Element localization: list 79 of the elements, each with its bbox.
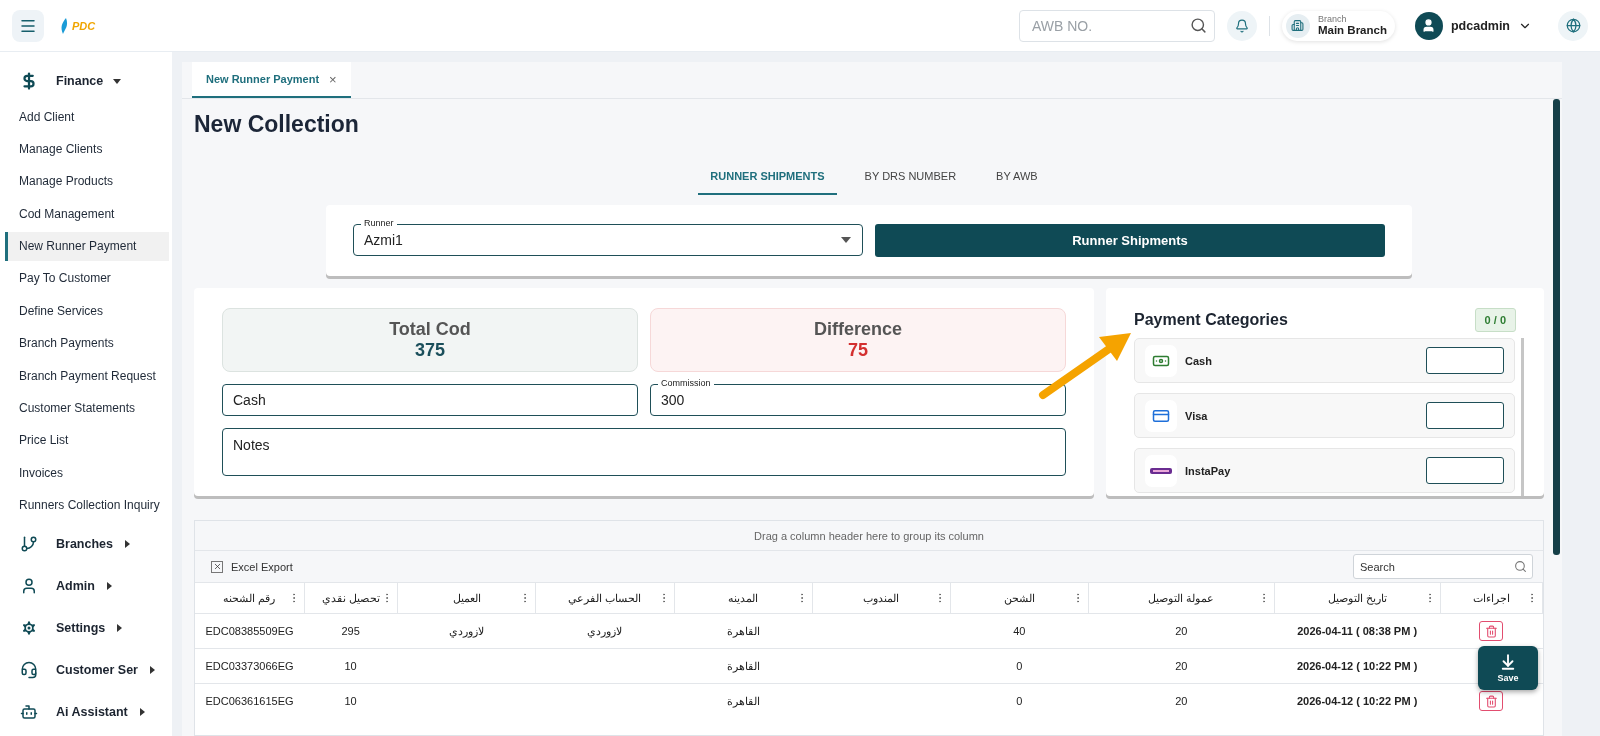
sidebar-item[interactable]: Customer Statements — [5, 393, 169, 423]
sidebar-group[interactable]: Ai Assistant — [0, 691, 172, 734]
sidebar-group[interactable]: Admin — [0, 565, 172, 608]
excel-export-button[interactable]: Excel Export — [211, 560, 293, 573]
table-cell: EDC03373066EG — [195, 648, 305, 684]
page-title: New Collection — [194, 111, 360, 139]
field-label: Runner — [361, 218, 397, 229]
table-cell: 0 — [950, 683, 1089, 719]
sidebar-item[interactable]: Invoices — [5, 458, 169, 488]
table-cell: 2026-04-12 ( 10:22 PM ) — [1274, 683, 1440, 719]
sidebar-item[interactable]: Price List — [5, 425, 169, 455]
sidebar-item[interactable]: Manage Products — [5, 166, 169, 196]
table-cell: 2026-04-12 ( 10:22 PM ) — [1274, 648, 1440, 684]
branch-selector[interactable]: Branch Main Branch — [1281, 10, 1395, 41]
sidebar-item[interactable]: New Runner Payment — [5, 231, 169, 261]
user-menu[interactable]: pdcadmin — [1414, 11, 1532, 40]
sidebar-item[interactable]: Branch Payment Request — [5, 361, 169, 391]
sidebar-group[interactable]: Customer Ser — [0, 649, 172, 692]
column-header[interactable]: الشحن — [950, 582, 1089, 614]
notes-field[interactable]: Notes — [222, 428, 1066, 476]
grid-search-field[interactable]: Search — [1353, 554, 1533, 579]
column-header[interactable]: العميل — [397, 582, 536, 614]
awb-search-field[interactable]: AWB NO. — [1018, 9, 1215, 42]
group-hint: Drag a column header here to group its column — [195, 521, 1543, 551]
table-cell: 40 — [950, 613, 1089, 649]
table-cell: القاهرة — [674, 613, 813, 649]
sidebar-item[interactable]: Pay To Customer — [5, 263, 169, 293]
table-cell: 20 — [1088, 613, 1275, 649]
table-cell: 2026-04-11 ( 08:38 PM ) — [1274, 613, 1440, 649]
cash-field[interactable]: Cash — [222, 384, 638, 416]
sidebar-item[interactable]: Add Client — [5, 102, 169, 131]
column-header[interactable]: تاريخ التوصيل — [1274, 582, 1440, 614]
runner-shipments-button[interactable]: Runner Shipments — [875, 224, 1385, 257]
payment-category-name: InstaPay — [1185, 464, 1232, 477]
payment-categories-title: Payment Categories — [1134, 311, 1288, 329]
table-cell: 20 — [1088, 648, 1275, 684]
category-count: 0 / 0 — [1474, 308, 1516, 332]
table-cell: القاهرة — [674, 683, 813, 719]
column-header[interactable]: المدينه — [674, 582, 813, 614]
close-tab-button[interactable]: × — [329, 71, 337, 87]
branch-name: Main Branch — [1317, 24, 1387, 37]
column-header[interactable]: عمولة التوصيل — [1088, 582, 1275, 614]
table-cell: 295 — [304, 613, 398, 649]
sidebar-group[interactable]: Branches — [0, 523, 172, 566]
table-cell: 10 — [304, 683, 398, 719]
summary-label: Total Cod — [389, 319, 471, 340]
sidebar-group[interactable]: Settings — [0, 607, 172, 650]
summary-value: 375 — [414, 340, 445, 361]
mode-tab[interactable]: BY AWB — [984, 159, 1050, 195]
column-header[interactable]: تحصيل نقدي — [304, 582, 398, 614]
payment-category-name: Cash — [1185, 354, 1213, 367]
logo: PDC — [72, 19, 96, 32]
sidebar-item[interactable]: Define Services — [5, 296, 169, 326]
page-tab[interactable]: New Runner Payment × — [192, 62, 351, 98]
table-cell: 10 — [304, 648, 398, 684]
column-header[interactable]: اجراءات — [1440, 582, 1543, 614]
column-header[interactable]: المندوب — [812, 582, 951, 614]
payment-category-name: Visa — [1185, 409, 1209, 422]
summary-value: 75 — [848, 340, 868, 361]
sidebar-item[interactable]: Cod Management — [5, 199, 169, 229]
table-cell: لازوردي — [397, 613, 536, 649]
field-label: Commission — [658, 378, 714, 389]
sidebar-item[interactable]: Runners Collection Inquiry — [5, 490, 169, 520]
column-header[interactable]: الحساب الفرعي — [535, 582, 674, 614]
sidebar-item[interactable]: Manage Clients — [5, 134, 169, 164]
table-cell: EDC08385509EG — [195, 613, 305, 649]
table-cell: 20 — [1088, 683, 1275, 719]
table-cell: EDC06361615EG — [195, 683, 305, 719]
column-header[interactable]: رقم الشحنه — [195, 582, 305, 614]
table-cell: القاهرة — [674, 648, 813, 684]
branch-label: Branch — [1317, 14, 1348, 25]
table-cell: لازوردي — [535, 613, 674, 649]
sidebar-group[interactable]: Finance — [0, 60, 172, 102]
table-cell: 0 — [950, 648, 1089, 684]
save-button[interactable]: Save — [1478, 646, 1538, 690]
summary-label: Difference — [814, 319, 902, 340]
mode-tab[interactable]: RUNNER SHIPMENTS — [698, 159, 837, 195]
mode-tab[interactable]: BY DRS NUMBER — [852, 159, 969, 195]
sidebar-item[interactable]: Branch Payments — [5, 328, 169, 358]
